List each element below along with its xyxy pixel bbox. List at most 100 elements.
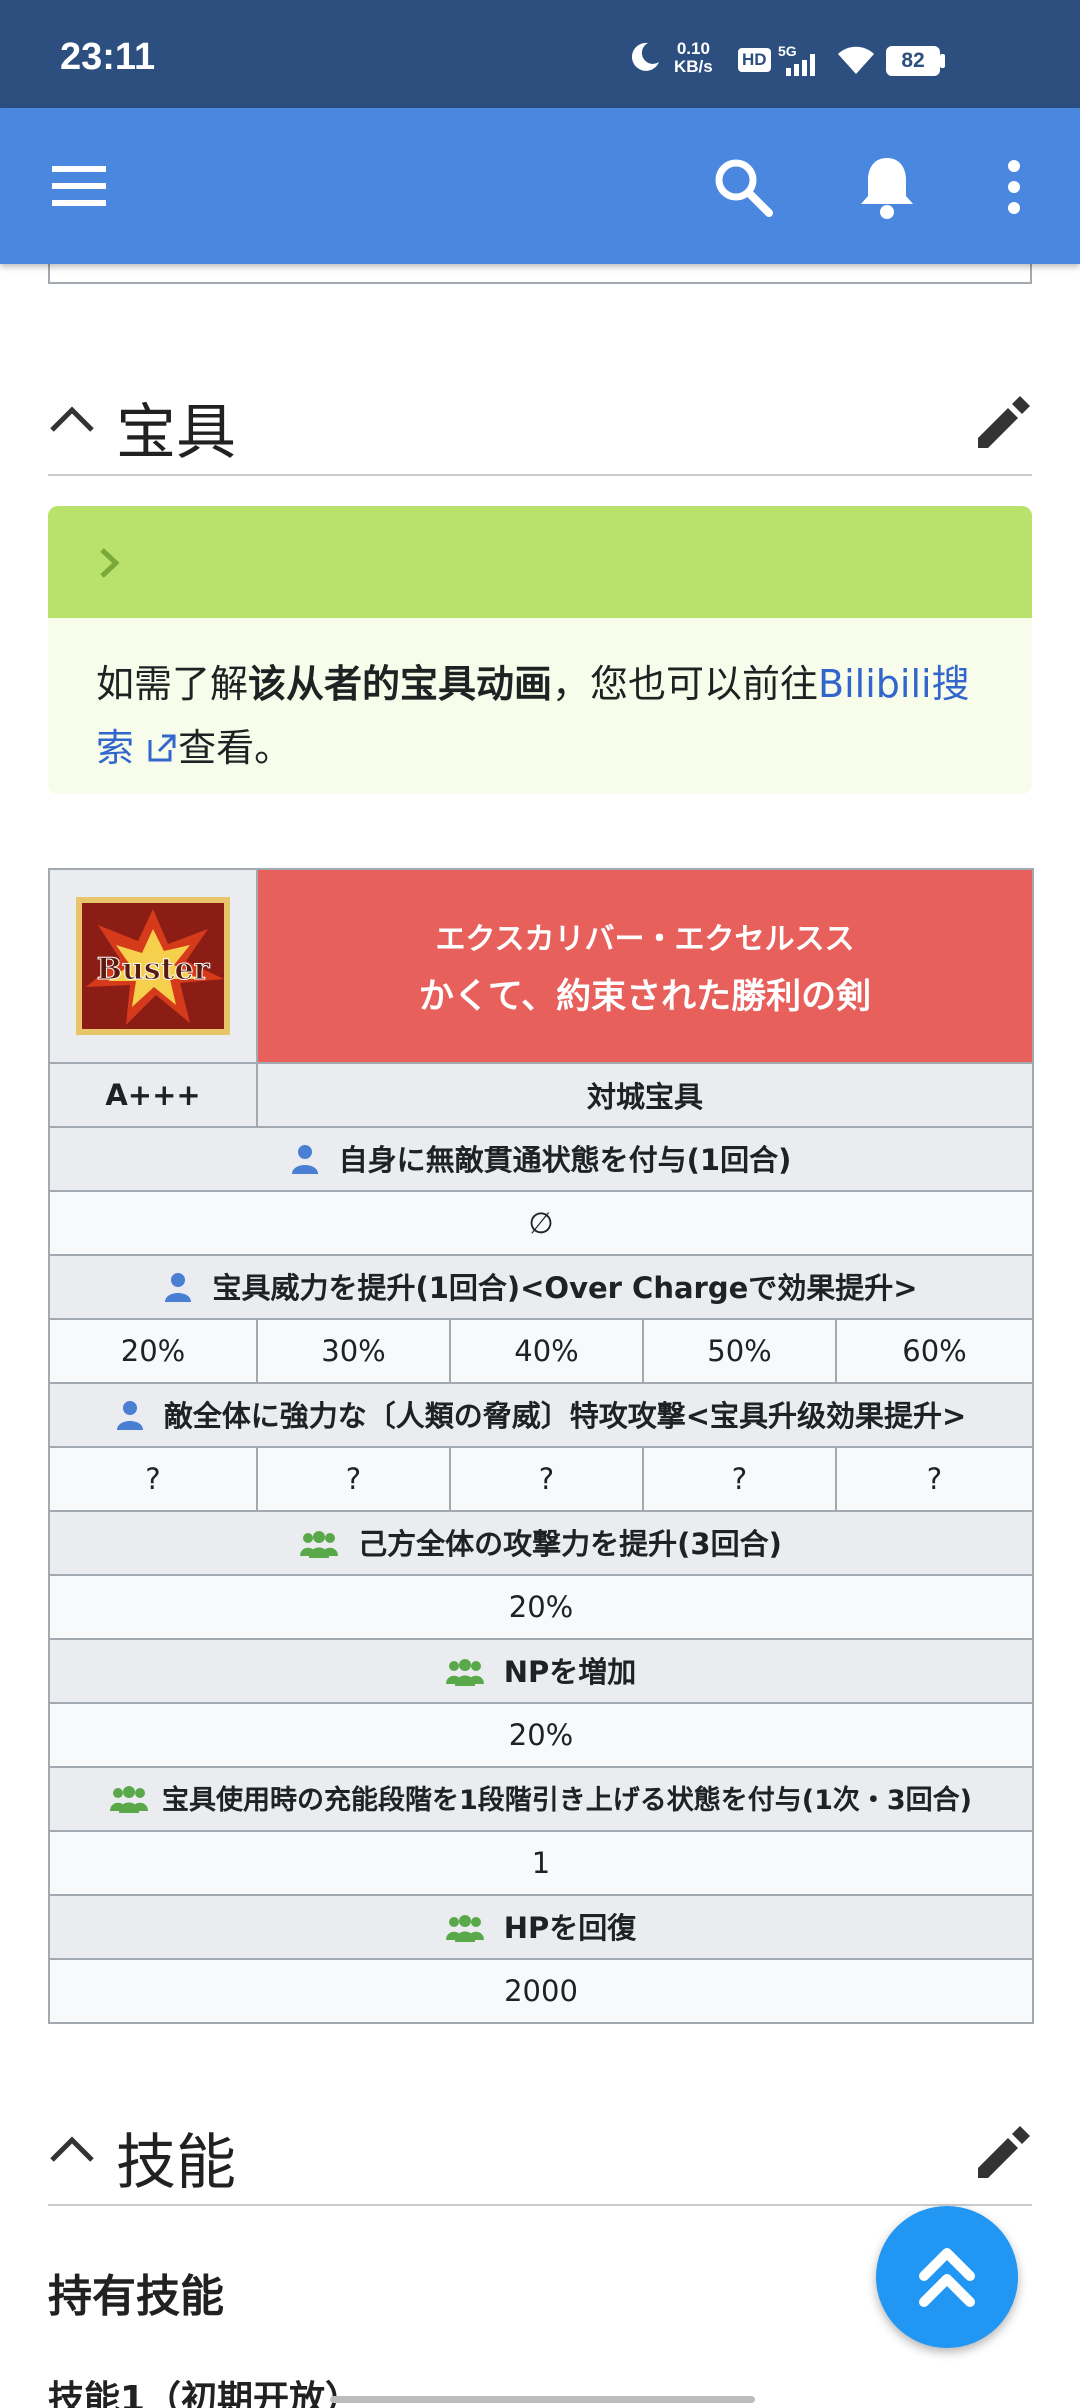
effect-value: 20% xyxy=(48,1318,258,1384)
app-bar xyxy=(0,108,1080,264)
owned-skills-heading: 持有技能 xyxy=(48,2271,224,2322)
note-toggle-bar[interactable] xyxy=(48,506,1032,618)
net-speed: 0.10 KB/s xyxy=(674,40,713,76)
animation-note: 如需了解该从者的宝具动画，您也可以前往Bilibili搜索 查看。 xyxy=(48,506,1032,794)
single-user-icon xyxy=(291,1144,319,1181)
pencil-icon[interactable] xyxy=(974,2124,1032,2182)
bell-icon[interactable] xyxy=(856,154,918,220)
search-icon[interactable] xyxy=(712,156,774,218)
buster-card-icon: Buster xyxy=(76,897,230,1035)
effect-value: ? xyxy=(256,1446,451,1512)
battery-tip xyxy=(940,54,945,68)
link-part-1[interactable]: Bilibili搜 xyxy=(818,662,970,706)
effect-value: ? xyxy=(834,1446,1035,1512)
effect-values-row: ∅ xyxy=(47,1190,1035,1256)
np-name: かくて、約束された勝利の剣 xyxy=(418,976,872,1017)
effect-label: 自身に無敵貫通状態を付与(1回合) xyxy=(338,1143,792,1177)
wifi-icon xyxy=(836,44,876,80)
effect-values-row: 1 xyxy=(47,1830,1035,1896)
effect-values-row: ? ? ? ? ? xyxy=(48,1446,1035,1512)
signal-icon: 5G xyxy=(778,42,826,82)
more-vert-icon[interactable] xyxy=(1000,156,1028,218)
noble-phantasm-table: Buster エクスカリバー・エクセルスス かくて、約束された勝利の剣 A+++… xyxy=(47,868,1035,2024)
effect-values-row: 20% xyxy=(47,1702,1035,1768)
effect-value: 20% xyxy=(47,1702,1035,1768)
effect-value: 20% xyxy=(47,1574,1035,1640)
single-user-icon xyxy=(164,1272,192,1309)
effect-row: NPを増加 xyxy=(47,1638,1035,1704)
effect-row: 宝具威力を提升(1回合)<Over Chargeで効果提升> xyxy=(47,1254,1035,1320)
effect-value: 30% xyxy=(256,1318,451,1384)
double-chevron-up-icon[interactable] xyxy=(918,2242,976,2312)
effect-label: 宝具使用時の充能段階を1段階引き上げる状態を付与(1次・3回合) xyxy=(161,1785,973,1816)
effect-value: ∅ xyxy=(47,1190,1035,1256)
effect-row: 己方全体の攻撃力を提升(3回合) xyxy=(47,1510,1035,1576)
effect-value: 40% xyxy=(449,1318,644,1384)
hd-badge: HD xyxy=(738,48,771,72)
effect-values-row: 2000 xyxy=(47,1958,1035,2024)
effect-values-row: 20% xyxy=(47,1574,1035,1640)
effect-value: ? xyxy=(449,1446,644,1512)
effect-row: 宝具使用時の充能段階を1段階引き上げる状態を付与(1次・3回合) xyxy=(47,1766,1035,1832)
effect-row: 敵全体に強力な〔人類の脅威〕特攻攻撃<宝具升级効果提升> xyxy=(47,1382,1035,1448)
effect-value: ? xyxy=(642,1446,837,1512)
effect-value: 2000 xyxy=(47,1958,1035,2024)
effect-label-cell: 宝具威力を提升(1回合)<Over Chargeで効果提升> xyxy=(47,1254,1035,1320)
note-prefix: 如需了解 xyxy=(96,662,249,706)
np-rank-row: A+++ 対城宝具 xyxy=(48,1062,1035,1128)
np-title-row: Buster エクスカリバー・エクセルスス かくて、約束された勝利の剣 xyxy=(48,868,1035,1064)
effect-label: HPを回復 xyxy=(503,1911,637,1945)
effect-values-row: 20% 30% 40% 50% 60% xyxy=(48,1318,1035,1384)
chevron-right-icon[interactable] xyxy=(96,544,122,582)
horizontal-scrollbar[interactable] xyxy=(330,2396,755,2403)
scroll-to-top-button[interactable] xyxy=(876,2206,1018,2348)
svg-text:5G: 5G xyxy=(778,43,797,59)
card-type-label: Buster xyxy=(97,952,211,987)
effect-label-cell: NPを増加 xyxy=(47,1638,1035,1704)
group-users-icon xyxy=(445,1658,484,1693)
np-ruby: エクスカリバー・エクセルスス xyxy=(435,921,855,957)
external-link-icon[interactable] xyxy=(146,726,178,770)
section-title: 宝具 xyxy=(116,398,236,468)
effect-label-cell: 己方全体の攻撃力を提升(3回合) xyxy=(47,1510,1035,1576)
net-speed-unit: KB/s xyxy=(674,57,713,76)
skill-1-heading: 技能1（初期开放） xyxy=(48,2379,362,2408)
np-type: 対城宝具 xyxy=(255,1062,1035,1128)
note-bold: 该从者的宝具动画 xyxy=(248,662,553,706)
effect-row: HPを回復 xyxy=(47,1894,1035,1960)
note-text: 如需了解该从者的宝具动画，您也可以前往Bilibili搜索 查看。 xyxy=(48,618,1032,780)
effect-label-cell: 敵全体に強力な〔人類の脅威〕特攻攻撃<宝具升级効果提升> xyxy=(47,1382,1035,1448)
effect-value: 50% xyxy=(642,1318,837,1384)
menu-icon[interactable] xyxy=(52,164,106,208)
single-user-icon xyxy=(116,1400,144,1437)
effect-label: 己方全体の攻撃力を提升(3回合) xyxy=(358,1527,782,1561)
note-middle: ，您也可以前往 xyxy=(552,662,819,706)
effect-label-cell: 宝具使用時の充能段階を1段階引き上げる状態を付与(1次・3回合) xyxy=(47,1766,1035,1832)
section-heading-skills[interactable]: 技能 xyxy=(48,2090,1032,2206)
moon-icon xyxy=(628,40,662,74)
effect-label: 敵全体に強力な〔人類の脅威〕特攻攻撃<宝具升级効果提升> xyxy=(163,1399,967,1433)
effect-label-cell: HPを回復 xyxy=(47,1894,1035,1960)
effect-value: 60% xyxy=(834,1318,1035,1384)
section-heading-noble-phantasm[interactable]: 宝具 xyxy=(48,360,1032,476)
chevron-up-icon[interactable] xyxy=(48,400,96,436)
effect-value: ? xyxy=(48,1446,258,1512)
group-users-icon xyxy=(445,1914,484,1949)
group-users-icon xyxy=(109,1785,148,1820)
section-title: 技能 xyxy=(116,2128,236,2198)
chevron-up-icon[interactable] xyxy=(48,2130,96,2166)
link-part-2[interactable]: 索 xyxy=(96,726,134,770)
battery-indicator: 82 xyxy=(886,46,940,76)
note-suffix: 查看。 xyxy=(178,726,293,770)
effect-label-cell: 自身に無敵貫通状態を付与(1回合) xyxy=(47,1126,1035,1192)
np-rank: A+++ xyxy=(48,1062,258,1128)
effect-label: NPを増加 xyxy=(503,1655,637,1689)
clock: 23:11 xyxy=(60,36,156,78)
pencil-icon[interactable] xyxy=(974,394,1032,452)
group-users-icon xyxy=(300,1530,339,1565)
np-name-cell: エクスカリバー・エクセルスス かくて、約束された勝利の剣 xyxy=(255,868,1035,1064)
status-bar: 23:11 0.10 KB/s HD 5G 82 xyxy=(0,0,1080,108)
effect-row: 自身に無敵貫通状態を付与(1回合) xyxy=(47,1126,1035,1192)
net-speed-value: 0.10 xyxy=(676,39,710,58)
card-type-cell: Buster xyxy=(48,868,258,1064)
